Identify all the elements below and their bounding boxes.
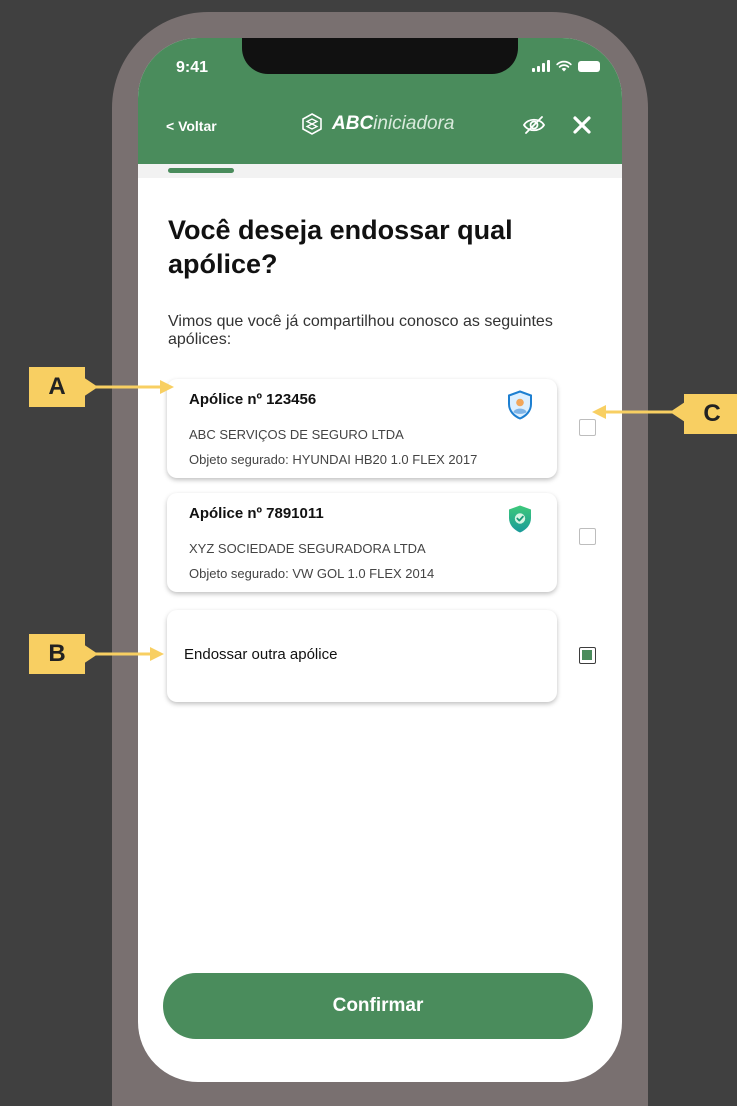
app-screen: 9:41 < Voltar ABCiniciadora Você deseja … bbox=[138, 38, 622, 1082]
close-icon[interactable] bbox=[572, 115, 592, 135]
confirm-button[interactable]: Confirmar bbox=[163, 973, 593, 1039]
page-subtitle: Vimos que você já compartilhou conosco a… bbox=[168, 313, 553, 348]
logo-icon bbox=[302, 113, 322, 135]
status-icons bbox=[532, 60, 600, 72]
policy-title: Apólice nº 123456 bbox=[189, 391, 317, 408]
annotation-label-a: A bbox=[29, 367, 85, 407]
annotation-arrow-b bbox=[80, 642, 164, 666]
battery-icon bbox=[578, 61, 600, 72]
policy-object: Objeto segurado: VW GOL 1.0 FLEX 2014 bbox=[189, 566, 435, 581]
policy-insurer: ABC SERVIÇOS DE SEGURO LTDA bbox=[189, 427, 404, 442]
progress-fill bbox=[168, 168, 234, 173]
signal-icon bbox=[532, 60, 550, 72]
eye-off-icon[interactable] bbox=[521, 112, 547, 138]
page-title: Você deseja endossar qual apólice? bbox=[168, 215, 513, 279]
annotation-label-c: C bbox=[684, 394, 737, 434]
other-policy-option[interactable]: Endossar outra apólice bbox=[167, 610, 557, 702]
policy-object: Objeto segurado: HYUNDAI HB20 1.0 FLEX 2… bbox=[189, 452, 478, 467]
brand-name-light: iniciadora bbox=[373, 113, 455, 134]
policy-checkbox[interactable] bbox=[579, 528, 596, 545]
policy-card[interactable]: Apólice nº 123456 ABC SERVIÇOS DE SEGURO… bbox=[167, 379, 557, 478]
progress-bar bbox=[138, 164, 622, 178]
shield-check-icon bbox=[509, 505, 531, 533]
status-time: 9:41 bbox=[176, 59, 209, 76]
policy-insurer: XYZ SOCIEDADE SEGURADORA LTDA bbox=[189, 541, 426, 556]
annotation-label-b: B bbox=[29, 634, 85, 674]
policy-title: Apólice nº 7891011 bbox=[189, 505, 324, 522]
device-notch bbox=[242, 38, 518, 74]
wifi-icon bbox=[556, 60, 572, 72]
annotation-arrow-a bbox=[80, 375, 174, 399]
app-header: 9:41 < Voltar ABCiniciadora bbox=[138, 38, 622, 164]
other-policy-checkbox[interactable] bbox=[579, 647, 596, 664]
other-policy-label: Endossar outra apólice bbox=[184, 646, 338, 663]
policy-card[interactable]: Apólice nº 7891011 XYZ SOCIEDADE SEGURAD… bbox=[167, 493, 557, 592]
brand-logo: ABCiniciadora bbox=[300, 112, 455, 136]
annotation-arrow-c bbox=[592, 400, 688, 424]
back-button[interactable]: < Voltar bbox=[166, 118, 217, 134]
shield-user-icon bbox=[508, 390, 532, 420]
brand-name-bold: ABC bbox=[332, 113, 374, 134]
